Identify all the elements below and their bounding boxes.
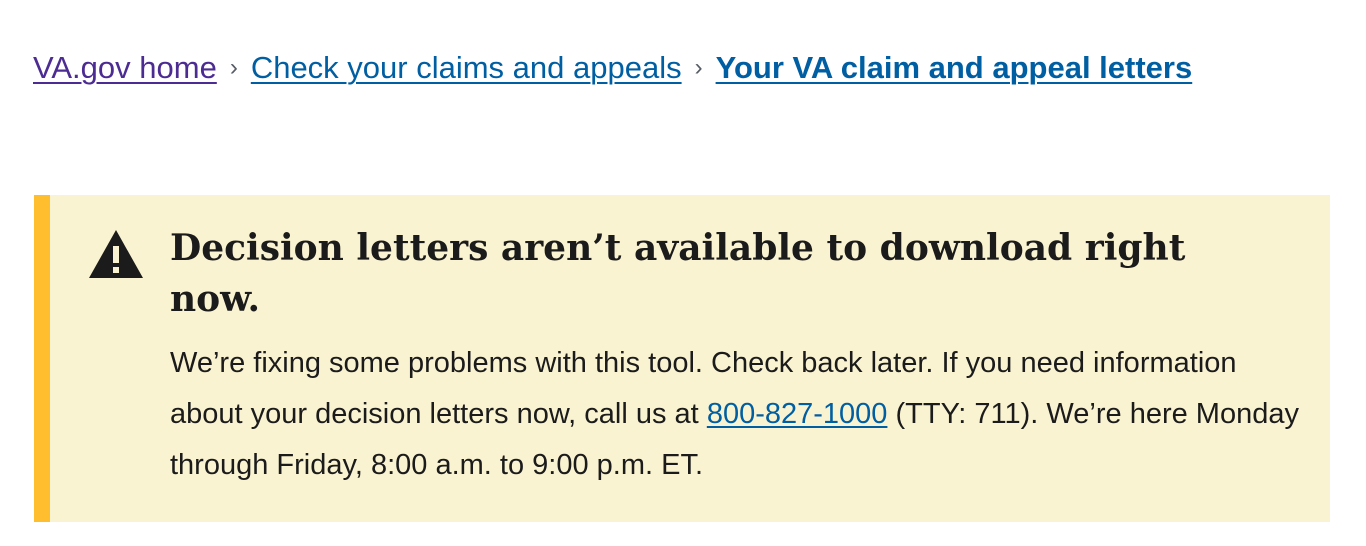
warning-alert: Decision letters aren’t available to dow… [34, 195, 1330, 522]
breadcrumb-separator-icon: › [694, 54, 703, 81]
phone-number-link[interactable]: 800-827-1000 [707, 398, 888, 430]
breadcrumb-va-home-link[interactable]: VA.gov home [33, 50, 217, 86]
breadcrumb: VA.gov home › Check your claims and appe… [33, 46, 1192, 90]
breadcrumb-separator-icon: › [229, 54, 238, 81]
breadcrumb-current-page-link[interactable]: Your VA claim and appeal letters [716, 50, 1193, 86]
breadcrumb-claims-appeals-link[interactable]: Check your claims and appeals [251, 50, 682, 86]
alert-heading: Decision letters aren’t available to dow… [170, 227, 1186, 320]
alert-accent-bar [34, 195, 50, 522]
warning-triangle-icon [89, 230, 143, 278]
alert-body: We’re fixing some problems with this too… [170, 338, 1310, 491]
